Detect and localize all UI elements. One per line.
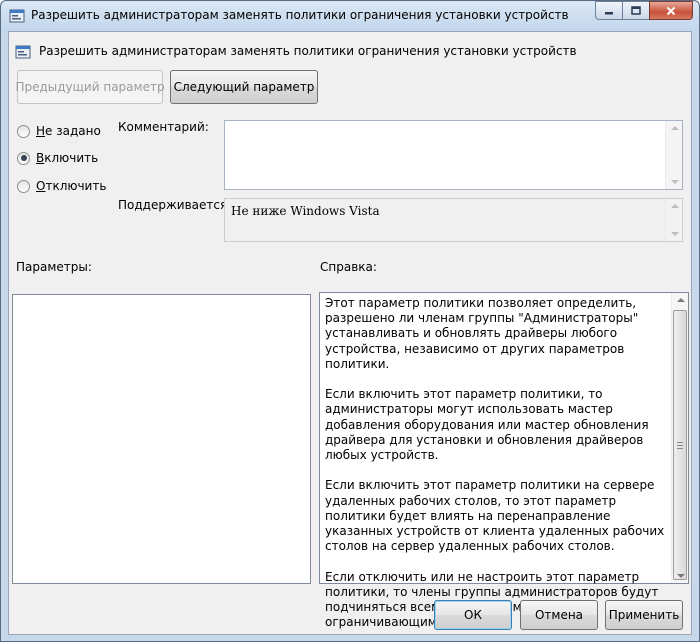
scroll-up-icon[interactable]: [677, 298, 685, 302]
supported-value: Не ниже Windows Vista: [231, 204, 380, 218]
help-scrollbar[interactable]: [671, 293, 688, 583]
supported-label: Поддерживается:: [118, 198, 232, 212]
window-title: Разрешить администраторам заменять полит…: [31, 8, 569, 22]
radio-circle[interactable]: [17, 179, 30, 193]
policy-setting-icon: [15, 45, 31, 59]
previous-setting-label: Предыдущий параметр: [15, 80, 165, 94]
next-setting-label: Следующий параметр: [173, 80, 315, 94]
options-panel: [12, 294, 311, 584]
comment-textarea[interactable]: [224, 120, 683, 190]
window-controls: [595, 1, 693, 21]
radio-not-configured[interactable]: Не задано: [17, 124, 101, 138]
maximize-button[interactable]: [622, 1, 649, 20]
maximize-icon: [631, 5, 641, 15]
radio-label: Включить: [36, 151, 99, 165]
help-paragraph: Если включить этот параметр политики на …: [325, 478, 665, 554]
scroll-up-icon[interactable]: [671, 204, 679, 208]
cancel-label: Отмена: [534, 608, 584, 622]
minimize-icon: [605, 11, 613, 14]
policy-setting-icon: [9, 9, 25, 23]
close-button[interactable]: [649, 1, 693, 20]
radio-label: Не задано: [36, 124, 101, 138]
comment-scrollbar[interactable]: [665, 121, 682, 189]
policy-dialog-window: Разрешить администраторам заменять полит…: [0, 0, 700, 642]
scroll-down-icon[interactable]: [671, 232, 679, 236]
comment-label: Комментарий:: [118, 120, 209, 134]
scroll-thumb[interactable]: [673, 310, 687, 580]
ok-label: ОК: [464, 608, 482, 622]
next-setting-button[interactable]: Следующий параметр: [170, 70, 318, 104]
close-icon: [666, 6, 676, 15]
radio-label: Отключить: [36, 179, 107, 193]
scroll-down-icon[interactable]: [671, 180, 679, 184]
radio-enabled[interactable]: Включить: [17, 151, 98, 165]
apply-button[interactable]: Применить: [605, 600, 683, 630]
options-label: Параметры:: [16, 260, 92, 274]
supported-field: Не ниже Windows Vista: [224, 198, 683, 242]
radio-circle[interactable]: [17, 124, 30, 138]
supported-scrollbar[interactable]: [665, 199, 682, 241]
scroll-down-icon[interactable]: [677, 574, 685, 578]
title-bar[interactable]: Разрешить администраторам заменять полит…: [1, 1, 699, 31]
radio-circle[interactable]: [17, 151, 30, 165]
policy-name: Разрешить администраторам заменять полит…: [39, 44, 577, 58]
cancel-button[interactable]: Отмена: [520, 600, 598, 630]
minimize-button[interactable]: [595, 1, 622, 20]
help-panel[interactable]: Этот параметр политики позволяет определ…: [319, 292, 689, 629]
help-paragraph: Этот параметр политики позволяет определ…: [325, 296, 639, 371]
scroll-grip-icon: [677, 442, 683, 449]
apply-label: Применить: [608, 608, 680, 622]
scroll-up-icon[interactable]: [671, 126, 679, 130]
previous-setting-button[interactable]: Предыдущий параметр: [15, 70, 165, 104]
help-text: Этот параметр политики позволяет определ…: [325, 296, 669, 642]
help-paragraph: Если включить этот параметр политики, то…: [325, 387, 649, 463]
help-label: Справка:: [320, 260, 377, 274]
ok-button[interactable]: ОК: [434, 600, 512, 630]
dialog-client-area: Разрешить администраторам заменять полит…: [8, 31, 692, 635]
radio-disabled[interactable]: Отключить: [17, 179, 106, 193]
